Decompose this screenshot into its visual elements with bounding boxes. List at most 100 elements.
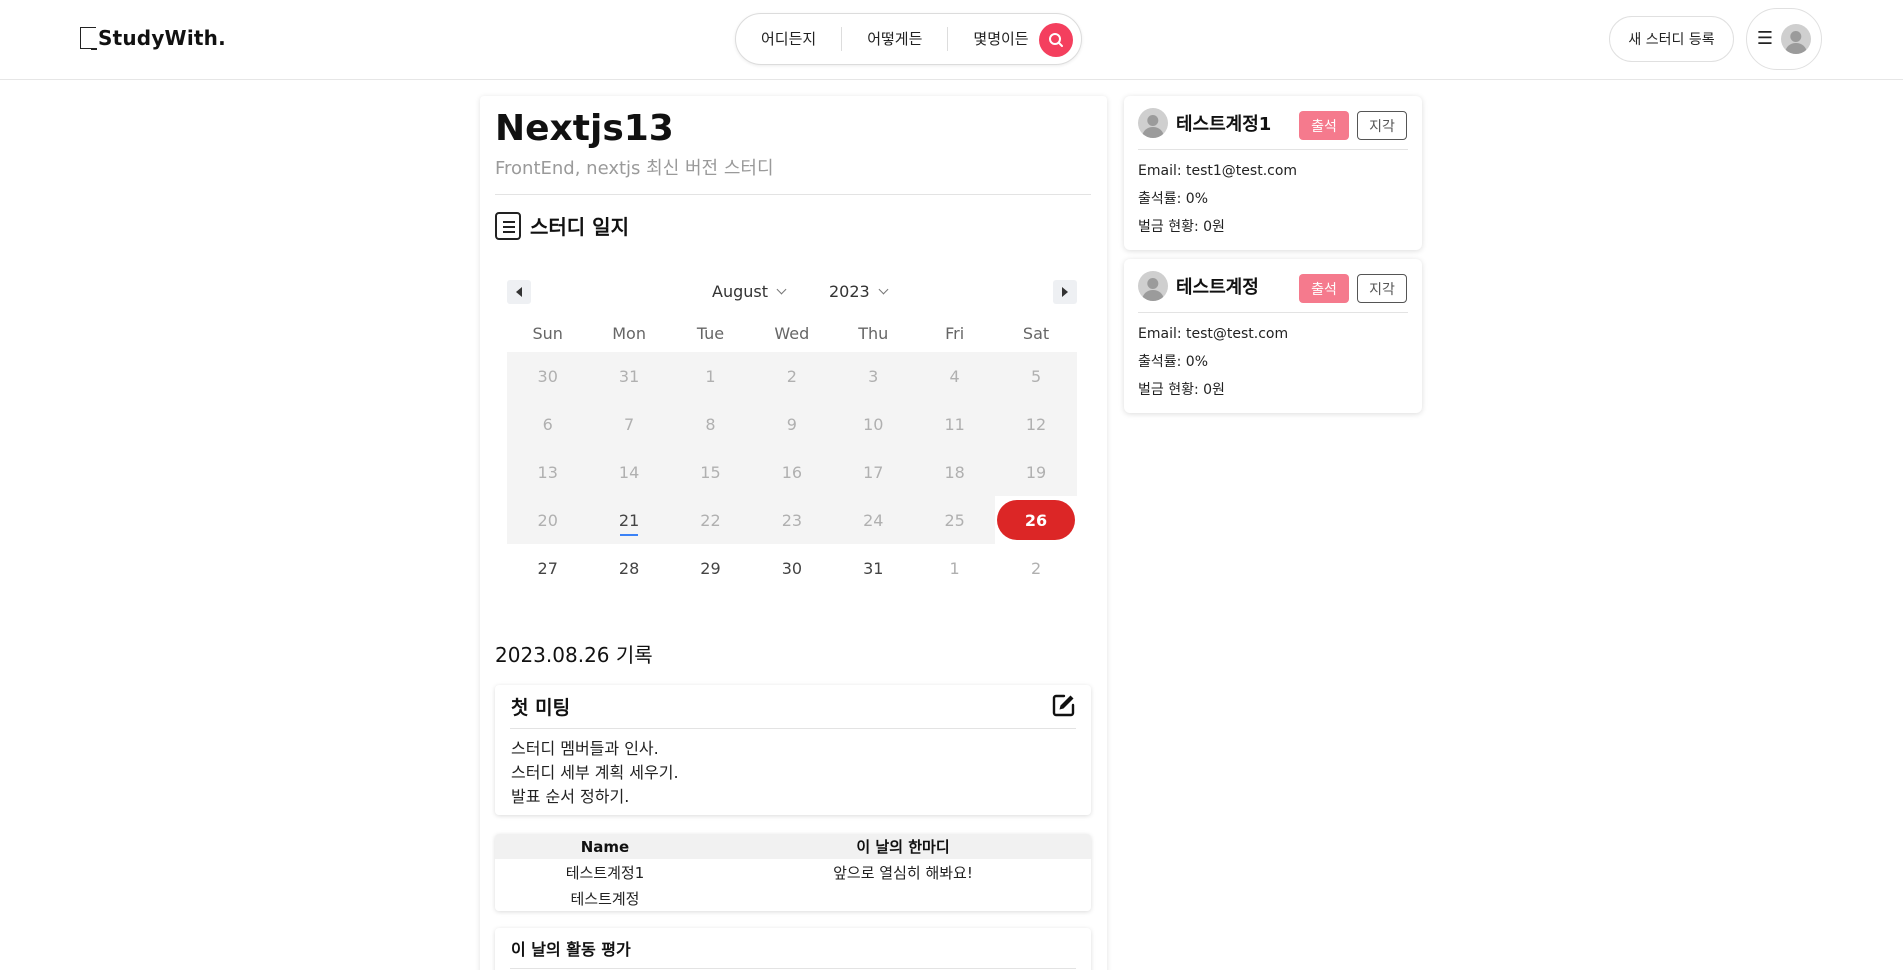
divider xyxy=(495,194,1091,195)
search-people[interactable]: 몇명이든 xyxy=(947,27,1053,51)
calendar-day[interactable]: 7 xyxy=(588,400,670,448)
calendar-day[interactable]: 13 xyxy=(507,448,589,496)
meeting-notes: 스터디 멤버들과 인사. 스터디 세부 계획 세우기. 발표 순서 정하기. xyxy=(511,737,679,809)
calendar-day[interactable]: 29 xyxy=(670,544,751,592)
search-method[interactable]: 어떻게든 xyxy=(841,27,947,51)
day-number: 3 xyxy=(868,366,879,386)
late-button[interactable]: 지각 xyxy=(1357,111,1407,140)
member-info: Email: test@test.com 출석률: 0% 벌금 현황: 0원 xyxy=(1138,320,1288,404)
member-header: 테스트계정1 xyxy=(1138,108,1271,138)
calendar-day[interactable]: 31 xyxy=(833,544,914,592)
day-number: 2 xyxy=(1030,558,1042,578)
weekday-label: Mon xyxy=(612,324,646,343)
calendar-day[interactable]: 18 xyxy=(913,448,996,496)
weekday-label: Wed xyxy=(774,324,810,343)
member-attendance-rate: 출석률: 0% xyxy=(1138,354,1209,370)
calendar-day[interactable]: 30 xyxy=(507,352,589,400)
menu-icon: ☰ xyxy=(1756,28,1774,49)
day-number: 16 xyxy=(781,462,803,482)
new-study-button[interactable]: 새 스터디 등록 xyxy=(1609,16,1734,62)
day-number: 14 xyxy=(618,462,640,482)
calendar-day[interactable]: 30 xyxy=(751,544,832,592)
calendar-day[interactable]: 2 xyxy=(751,352,833,400)
attend-button[interactable]: 출석 xyxy=(1299,111,1349,140)
prev-month-button[interactable] xyxy=(507,280,531,304)
logo[interactable]: StudyWith. xyxy=(80,26,226,50)
column-header-name: Name xyxy=(495,834,715,859)
calendar-day[interactable]: 23 xyxy=(751,496,833,544)
day-number: 18 xyxy=(944,462,965,482)
day-number: 20 xyxy=(537,510,558,530)
weekday-label: Thu xyxy=(858,324,889,343)
member-fine-status: 벌금 현황: 0원 xyxy=(1138,382,1225,398)
user-menu-button[interactable]: ☰ xyxy=(1746,8,1822,70)
calendar: August 2023 Sun Mon Tue Wed Thu Fri Sat 30 31 1 2… xyxy=(507,276,1077,592)
study-detail-card: Nextjs13 FrontEnd, nextjs 최신 버전 스터디 스터디 … xyxy=(480,96,1107,970)
column-header-comment: 이 날의 한마디 xyxy=(715,834,1091,859)
day-number: 30 xyxy=(537,366,558,386)
calendar-day[interactable]: 19 xyxy=(995,448,1077,496)
calendar-day[interactable]: 2 xyxy=(995,544,1076,592)
calendar-nav: August 2023 xyxy=(507,276,1077,308)
member-email: Email: test@test.com xyxy=(1138,326,1289,342)
edit-button[interactable] xyxy=(1051,692,1077,718)
calendar-day[interactable]: 27 xyxy=(507,544,588,592)
meeting-note-line: 발표 순서 정하기. xyxy=(511,787,630,806)
calendar-day[interactable]: 16 xyxy=(751,448,833,496)
calendar-day[interactable]: 10 xyxy=(832,400,914,448)
record-date-heading: 2023.08.26 기록 xyxy=(495,643,653,667)
calendar-day[interactable]: 22 xyxy=(669,496,752,544)
calendar-day[interactable]: 25 xyxy=(913,496,996,544)
table-row: 테스트계정1 앞으로 열심히 해봐요! xyxy=(495,859,1091,885)
day-number: 2 xyxy=(786,366,797,386)
evaluation-title: 이 날의 활동 평가 xyxy=(511,940,631,959)
calendar-day[interactable]: 17 xyxy=(832,448,914,496)
late-button[interactable]: 지각 xyxy=(1357,274,1407,303)
calendar-day[interactable]: 9 xyxy=(751,400,833,448)
divider xyxy=(510,728,1076,729)
calendar-day[interactable]: 5 xyxy=(995,352,1077,400)
calendar-day[interactable]: 21 xyxy=(588,496,670,544)
calendar-day[interactable]: 11 xyxy=(913,400,996,448)
divider xyxy=(1138,149,1408,150)
day-number: 11 xyxy=(944,414,965,434)
calendar-day[interactable]: 8 xyxy=(669,400,752,448)
day-number: 1 xyxy=(949,558,960,578)
calendar-day[interactable]: 28 xyxy=(588,544,669,592)
calendar-day[interactable]: 1 xyxy=(914,544,995,592)
calendar-day[interactable]: 15 xyxy=(669,448,752,496)
study-log-title: 스터디 일지 xyxy=(530,215,629,239)
year-value: 2023 xyxy=(829,282,870,301)
calendar-day[interactable]: 24 xyxy=(832,496,914,544)
calendar-day[interactable]: 20 xyxy=(507,496,589,544)
day-number: 17 xyxy=(863,462,884,482)
search-location[interactable]: 어디든지 xyxy=(736,27,841,51)
next-month-button[interactable] xyxy=(1053,280,1077,304)
day-number: 23 xyxy=(781,510,803,530)
calendar-day[interactable]: 3 xyxy=(832,352,914,400)
search-button[interactable] xyxy=(1039,23,1073,57)
cell-comment: 앞으로 열심히 해봐요! xyxy=(833,863,973,882)
calendar-day-selected[interactable]: 26 xyxy=(995,496,1077,544)
table-row: 테스트계정 xyxy=(495,885,1091,911)
search-bar[interactable]: 어디든지 어떻게든 몇명이든 xyxy=(735,13,1082,65)
calendar-day[interactable]: 1 xyxy=(669,352,752,400)
edit-icon xyxy=(1052,694,1075,717)
day-number: 27 xyxy=(537,558,558,578)
day-number: 28 xyxy=(618,558,640,578)
calendar-day[interactable]: 14 xyxy=(588,448,670,496)
attend-button[interactable]: 출석 xyxy=(1299,274,1349,303)
calendar-day[interactable]: 12 xyxy=(995,400,1077,448)
month-select[interactable]: August xyxy=(712,282,787,301)
chevron-down-icon xyxy=(878,284,889,295)
divider xyxy=(1138,312,1408,313)
arrow-right-icon xyxy=(1062,287,1068,297)
day-number: 5 xyxy=(1030,366,1042,386)
calendar-day[interactable]: 4 xyxy=(913,352,996,400)
calendar-day[interactable]: 6 xyxy=(507,400,589,448)
calendar-day[interactable]: 31 xyxy=(588,352,670,400)
cell-name: 테스트계정 xyxy=(570,889,640,908)
member-attendance-rate: 출석률: 0% xyxy=(1138,191,1209,207)
year-select[interactable]: 2023 xyxy=(829,282,889,301)
day-number: 7 xyxy=(623,414,635,434)
